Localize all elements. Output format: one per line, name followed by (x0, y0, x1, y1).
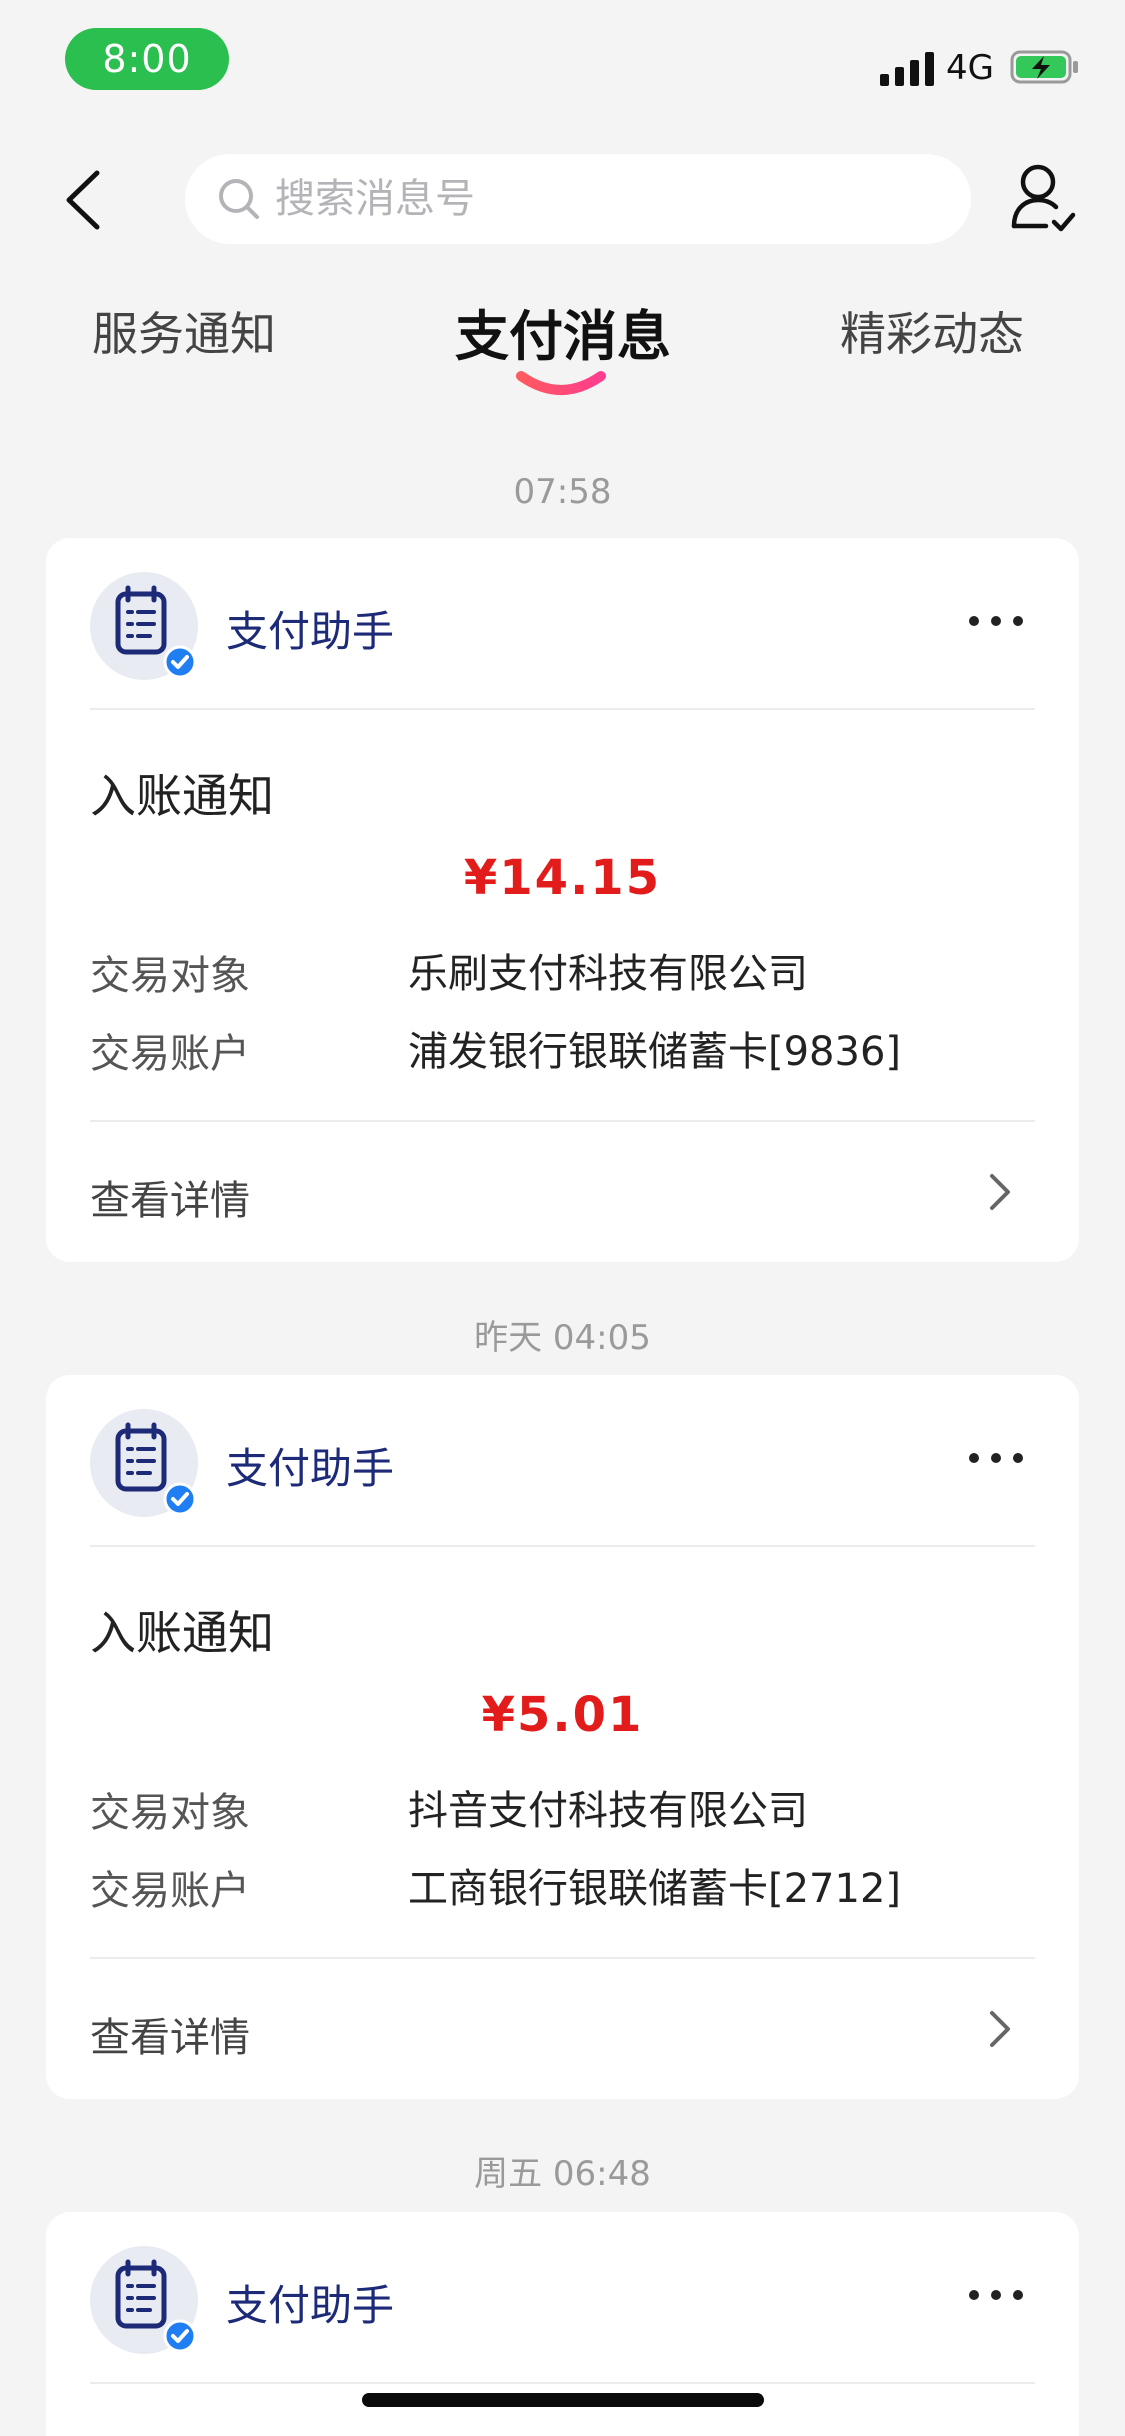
view-details-label: 查看详情 (90, 2015, 250, 2061)
divider (90, 2382, 1035, 2384)
divider (90, 1545, 1035, 1547)
active-tab-indicator (516, 371, 606, 395)
counterparty-value: 乐刷支付科技有限公司 (408, 951, 808, 997)
view-details-button[interactable]: 查看详情 (46, 1122, 1079, 1262)
payment-assistant-avatar-icon (90, 1409, 198, 1517)
sender-name[interactable]: 支付助手 (226, 598, 394, 659)
chevron-right-icon (990, 2011, 1010, 2047)
view-details-button[interactable]: 查看详情 (46, 1959, 1079, 2099)
chevron-right-icon (990, 1174, 1010, 1210)
amount: ¥14.15 (463, 850, 662, 906)
card-header: 支付助手 (46, 538, 1079, 708)
network-type: 4G (946, 48, 994, 88)
status-bar: 8:00 4G (0, 0, 1125, 120)
sender-name[interactable]: 支付助手 (226, 1435, 394, 1496)
status-time: 8:00 (65, 28, 229, 90)
home-indicator (362, 2393, 764, 2407)
payment-message-card: 支付助手 入账通知 ¥14.15 交易对象 乐刷支付科技有限公司 交易账户 浦发… (46, 538, 1079, 1262)
tab-highlights[interactable]: 精彩动态 (840, 298, 1024, 364)
account-value: 工商银行银联储蓄卡[2712] (408, 1866, 902, 1912)
counterparty-label: 交易对象 (90, 1790, 250, 1836)
payment-assistant-avatar-icon (90, 2246, 198, 2354)
divider (90, 708, 1035, 710)
account-value: 浦发银行银联储蓄卡[9836] (408, 1029, 902, 1075)
signal-icon (880, 52, 934, 86)
search-icon (219, 179, 259, 219)
counterparty-label: 交易对象 (90, 953, 250, 999)
view-details-label: 查看详情 (90, 1178, 250, 1224)
back-icon[interactable] (55, 165, 115, 235)
more-options-icon[interactable] (966, 2280, 1026, 2310)
notice-title: 入账通知 (90, 1606, 274, 1660)
message-tabs: 服务通知 支付消息 精彩动态 (0, 290, 1125, 410)
card-header: 支付助手 (46, 1375, 1079, 1545)
user-settings-icon[interactable] (1010, 162, 1076, 238)
payment-assistant-avatar-icon (90, 572, 198, 680)
notice-title: 入账通知 (90, 769, 274, 823)
search-bar[interactable] (185, 154, 971, 244)
tab-payment-messages[interactable]: 支付消息 (455, 292, 671, 371)
message-time: 昨天 04:05 (474, 1318, 651, 1358)
battery-charging-icon (1010, 50, 1078, 84)
more-options-icon[interactable] (966, 606, 1026, 636)
more-options-icon[interactable] (966, 1443, 1026, 1473)
payment-message-card: 支付助手 入账通知 ¥5.01 交易对象 抖音支付科技有限公司 交易账户 工商银… (46, 1375, 1079, 2099)
card-header: 支付助手 (46, 2212, 1079, 2382)
sender-name[interactable]: 支付助手 (226, 2272, 394, 2333)
search-input[interactable] (275, 176, 875, 222)
tab-service-notice[interactable]: 服务通知 (92, 298, 276, 364)
account-label: 交易账户 (90, 1031, 250, 1077)
top-bar (0, 150, 1125, 250)
amount: ¥5.01 (481, 1687, 644, 1743)
message-time: 07:58 (513, 472, 612, 512)
counterparty-value: 抖音支付科技有限公司 (408, 1788, 808, 1834)
message-time: 周五 06:48 (474, 2154, 651, 2194)
account-label: 交易账户 (90, 1868, 250, 1914)
